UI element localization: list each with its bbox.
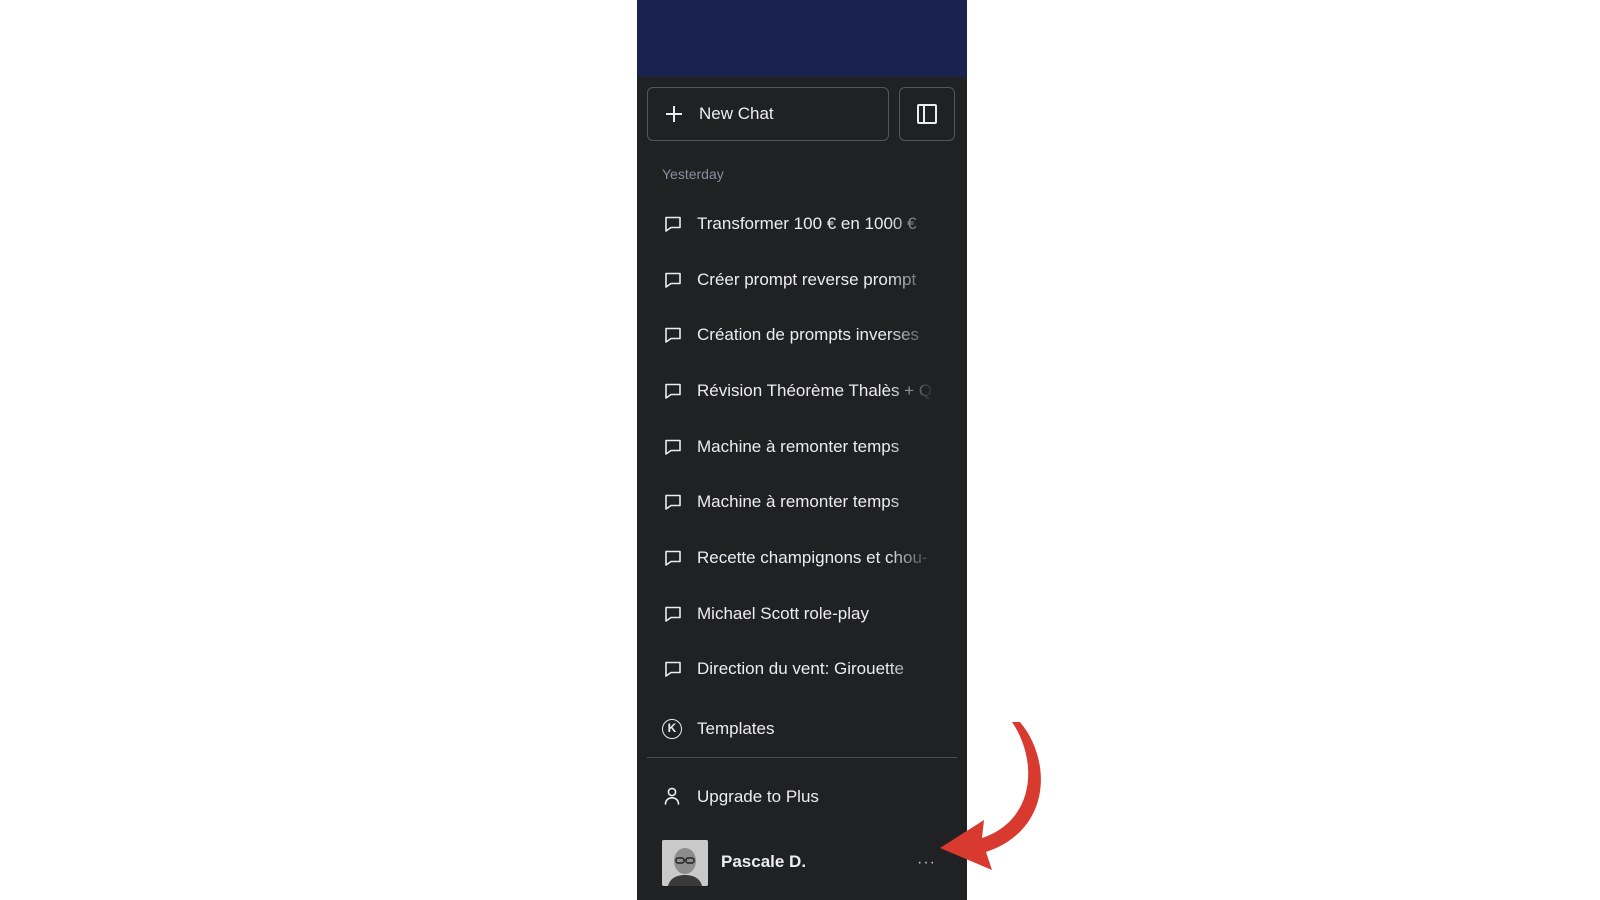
user-icon: [664, 787, 680, 805]
chat-bubble-icon: [665, 216, 681, 232]
chat-history-item[interactable]: Michael Scott role-play: [637, 586, 967, 642]
account-menu[interactable]: Pascale D. ···: [637, 836, 967, 890]
chat-bubble-icon: [665, 383, 681, 399]
chat-bubble-icon: [665, 439, 681, 455]
templates-label: Templates: [697, 719, 775, 738]
divider: [647, 757, 957, 758]
chat-bubble-icon: [665, 662, 681, 678]
sidebar: New Chat Yesterday Transformer 100 € en …: [637, 0, 967, 900]
sidebar-toggle-icon: [917, 104, 937, 124]
chat-history-item[interactable]: Machine à remonter temps: [637, 419, 967, 475]
upgrade-to-plus-item[interactable]: Upgrade to Plus: [637, 778, 967, 818]
chat-bubble-icon: [665, 272, 681, 288]
plus-icon: [666, 106, 682, 122]
chat-history-title: Recette champignons et chou-: [697, 547, 928, 567]
chat-history-title: Transformer 100 € en 1000 €: [697, 213, 917, 233]
chat-bubble-icon: [665, 550, 681, 566]
chat-history-list: Transformer 100 € en 1000 € Créer prompt…: [637, 196, 967, 697]
chat-history-item[interactable]: Machine à remonter temps: [637, 474, 967, 530]
chat-history-title: Machine à remonter temps: [697, 492, 900, 512]
account-name: Pascale D.: [721, 852, 807, 871]
upgrade-label: Upgrade to Plus: [697, 787, 819, 806]
templates-item[interactable]: K Templates: [637, 710, 967, 750]
chat-bubble-icon: [665, 327, 681, 344]
sidebar-toggle-button[interactable]: [899, 87, 955, 141]
chat-history-title: Création de prompts inverses: [697, 325, 920, 345]
new-chat-button[interactable]: New Chat: [647, 87, 889, 141]
chat-history-title: Machine à remonter temps: [697, 436, 900, 456]
chat-history-title: Direction du vent: Girouette: [697, 659, 904, 679]
chat-history-item[interactable]: Direction du vent: Girouette: [637, 642, 967, 698]
avatar: [662, 840, 708, 886]
chat-history-item[interactable]: Recette champignons et chou-: [637, 530, 967, 586]
chat-history-title: Michael Scott role-play: [697, 603, 869, 623]
ellipsis-icon[interactable]: ···: [917, 854, 935, 872]
top-bar: [637, 0, 967, 77]
screenshot-stage: New Chat Yesterday Transformer 100 € en …: [0, 0, 1600, 900]
section-label-yesterday: Yesterday: [662, 166, 724, 182]
chat-history-item[interactable]: Création de prompts inverses: [637, 307, 967, 363]
k-circle-icon: K: [662, 719, 682, 739]
chat-history-item[interactable]: Révision Théorème Thalès + Q: [637, 363, 967, 419]
chat-history-item[interactable]: Transformer 100 € en 1000 €: [637, 196, 967, 252]
annotation-arrow: [940, 722, 1041, 870]
chat-history-title: Créer prompt reverse prompt: [697, 269, 917, 289]
chat-bubble-icon: [665, 494, 681, 511]
chat-bubble-icon: [665, 606, 681, 622]
chat-history-item[interactable]: Créer prompt reverse prompt: [637, 252, 967, 308]
new-chat-label: New Chat: [699, 104, 774, 123]
chat-history-title: Révision Théorème Thalès + Q: [697, 380, 933, 400]
avatar-portrait: [662, 840, 708, 886]
